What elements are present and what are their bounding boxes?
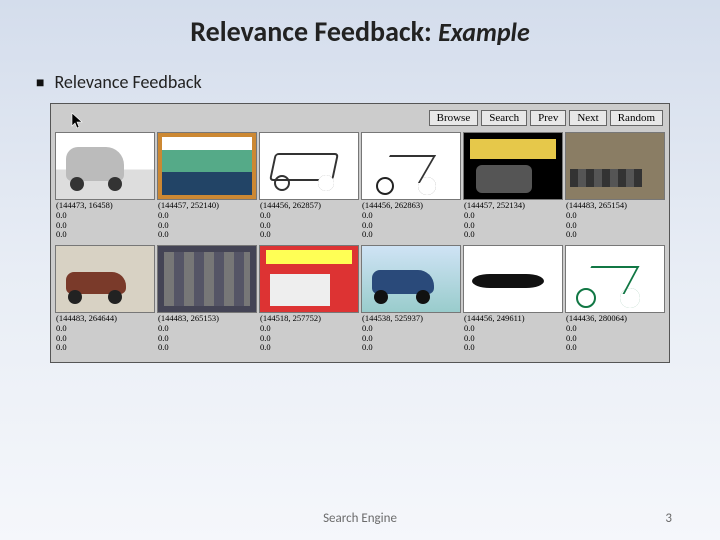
result-cell[interactable]: (144518, 257752) 0.0 0.0 0.0	[259, 245, 359, 356]
result-thumbnail[interactable]	[259, 245, 359, 313]
toolbar: Browse Search Prev Next Random	[53, 106, 667, 132]
result-cell[interactable]: (144538, 525937) 0.0 0.0 0.0	[361, 245, 461, 356]
result-thumbnail[interactable]	[55, 132, 155, 200]
result-caption: (144518, 257752) 0.0 0.0 0.0	[259, 313, 359, 356]
result-cell[interactable]: (144456, 249611) 0.0 0.0 0.0	[463, 245, 563, 356]
title-main: Relevance Feedback:	[190, 14, 438, 49]
bullet-item: ■ Relevance Feedback	[36, 71, 720, 93]
result-cell[interactable]: (144483, 265153) 0.0 0.0 0.0	[157, 245, 257, 356]
result-caption: (144436, 280064) 0.0 0.0 0.0	[565, 313, 665, 356]
result-thumbnail[interactable]	[463, 245, 563, 313]
search-button[interactable]: Search	[481, 110, 527, 126]
result-caption: (144483, 265153) 0.0 0.0 0.0	[157, 313, 257, 356]
browse-button[interactable]: Browse	[429, 110, 479, 126]
result-thumbnail[interactable]	[565, 245, 665, 313]
result-cell[interactable]: (144483, 264644) 0.0 0.0 0.0	[55, 245, 155, 356]
results-grid: (144473, 16458) 0.0 0.0 0.0(144457, 2521…	[53, 132, 667, 356]
slide-number: 3	[665, 511, 672, 526]
result-thumbnail[interactable]	[361, 245, 461, 313]
result-thumbnail[interactable]	[463, 132, 563, 200]
result-cell[interactable]: (144473, 16458) 0.0 0.0 0.0	[55, 132, 155, 243]
result-cell[interactable]: (144483, 265154) 0.0 0.0 0.0	[565, 132, 665, 243]
result-caption: (144457, 252140) 0.0 0.0 0.0	[157, 200, 257, 243]
cursor-area	[57, 108, 426, 128]
result-caption: (144473, 16458) 0.0 0.0 0.0	[55, 200, 155, 243]
slide-footer: Search Engine 3	[0, 511, 720, 526]
bullet-square-icon: ■	[36, 74, 44, 91]
result-caption: (144538, 525937) 0.0 0.0 0.0	[361, 313, 461, 356]
cursor-icon	[71, 112, 85, 130]
app-window: Browse Search Prev Next Random (144473, …	[50, 103, 670, 363]
slide-title: Relevance Feedback: Example	[0, 0, 720, 49]
result-thumbnail[interactable]	[157, 132, 257, 200]
result-thumbnail[interactable]	[565, 132, 665, 200]
next-button[interactable]: Next	[569, 110, 606, 126]
result-caption: (144457, 252134) 0.0 0.0 0.0	[463, 200, 563, 243]
bullet-text: Relevance Feedback	[54, 71, 201, 93]
prev-button[interactable]: Prev	[530, 110, 566, 126]
result-thumbnail[interactable]	[55, 245, 155, 313]
result-caption: (144456, 249611) 0.0 0.0 0.0	[463, 313, 563, 356]
result-cell[interactable]: (144436, 280064) 0.0 0.0 0.0	[565, 245, 665, 356]
result-cell[interactable]: (144457, 252140) 0.0 0.0 0.0	[157, 132, 257, 243]
result-thumbnail[interactable]	[361, 132, 461, 200]
result-caption: (144456, 262857) 0.0 0.0 0.0	[259, 200, 359, 243]
result-cell[interactable]: (144456, 262857) 0.0 0.0 0.0	[259, 132, 359, 243]
result-thumbnail[interactable]	[259, 132, 359, 200]
result-cell[interactable]: (144456, 262863) 0.0 0.0 0.0	[361, 132, 461, 243]
title-accent: Example	[438, 16, 530, 48]
result-cell[interactable]: (144457, 252134) 0.0 0.0 0.0	[463, 132, 563, 243]
random-button[interactable]: Random	[610, 110, 663, 126]
footer-center: Search Engine	[323, 511, 397, 526]
result-thumbnail[interactable]	[157, 245, 257, 313]
result-caption: (144483, 264644) 0.0 0.0 0.0	[55, 313, 155, 356]
result-caption: (144483, 265154) 0.0 0.0 0.0	[565, 200, 665, 243]
result-caption: (144456, 262863) 0.0 0.0 0.0	[361, 200, 461, 243]
